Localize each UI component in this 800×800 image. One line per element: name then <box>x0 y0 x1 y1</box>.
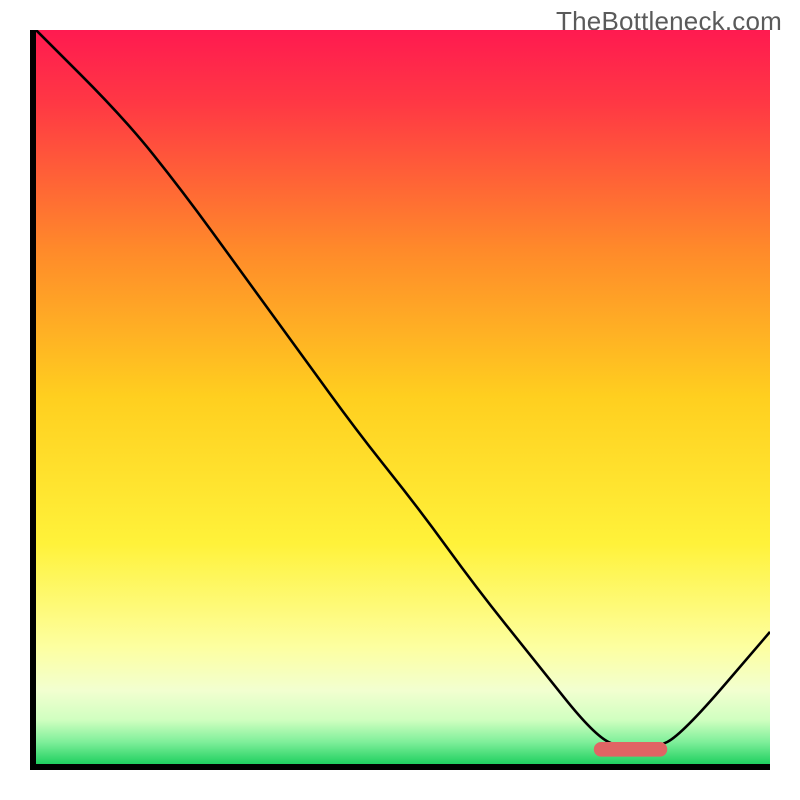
optimal-range-marker <box>594 742 667 757</box>
gradient-background <box>36 30 770 764</box>
x-axis <box>30 764 770 770</box>
chart-frame: TheBottleneck.com <box>0 0 800 800</box>
plot-area <box>30 30 770 770</box>
plot-svg <box>36 30 770 764</box>
